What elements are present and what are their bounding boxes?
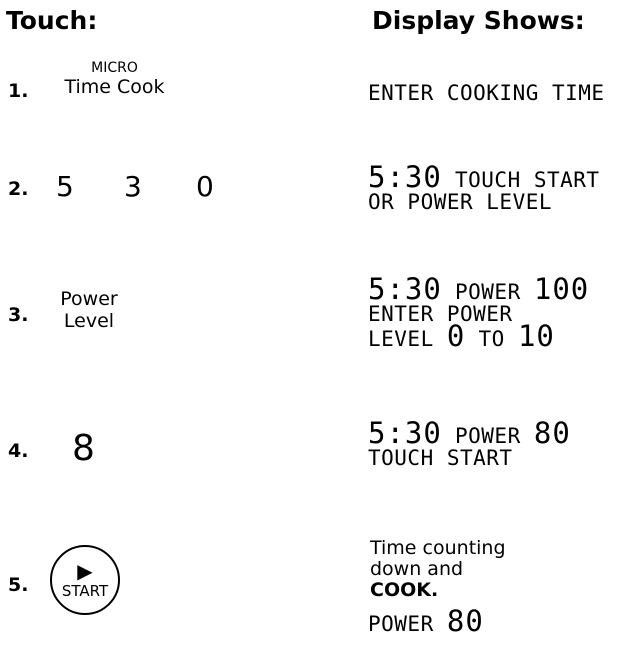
key-top-label: MICRO bbox=[91, 60, 138, 76]
display-label: POWER bbox=[455, 280, 521, 304]
step-5-number: 5. bbox=[8, 574, 29, 596]
step-1-display: ENTER COOKING TIME bbox=[368, 81, 605, 105]
step-2-display: 5:30 TOUCH START OR POWER LEVEL bbox=[368, 163, 600, 214]
digit-8: 8 bbox=[72, 428, 95, 469]
display-line3-b: 0 bbox=[446, 319, 466, 353]
display-time: 5:30 bbox=[368, 160, 442, 194]
step-3-display: 5:30 POWER 100 ENTER POWER LEVEL 0 TO 10 bbox=[368, 275, 589, 353]
display-line3-a: LEVEL bbox=[368, 327, 434, 351]
display-line2: ENTER POWER bbox=[368, 302, 513, 326]
display-line1: TOUCH START bbox=[455, 168, 600, 192]
display-time: 5:30 bbox=[368, 272, 442, 306]
start-label: START bbox=[61, 582, 109, 600]
display-value: 100 bbox=[533, 272, 590, 306]
display-line2: OR POWER LEVEL bbox=[368, 190, 553, 214]
text-line2: down and bbox=[370, 558, 464, 580]
micro-time-cook-key: MICRO Time Cook bbox=[52, 60, 177, 98]
step-4-display: 5:30 POWER 80 TOUCH START bbox=[368, 419, 571, 470]
display-time: 5:30 bbox=[368, 416, 442, 450]
key-line2: Level bbox=[63, 310, 115, 332]
text-line1: Time counting bbox=[370, 537, 506, 559]
digit-0: 0 bbox=[196, 170, 214, 203]
display-header: Display Shows: bbox=[372, 6, 585, 35]
power-level-key: Power Level bbox=[50, 288, 128, 332]
touch-header: Touch: bbox=[6, 6, 98, 35]
digit-5: 5 bbox=[56, 170, 74, 203]
step-5-display: POWER 80 bbox=[368, 607, 484, 636]
key-bottom-label: Time Cook bbox=[64, 76, 165, 98]
play-icon: ▶ bbox=[77, 559, 93, 583]
start-button: ▶ START bbox=[50, 545, 120, 615]
display-line3-d: 10 bbox=[517, 319, 555, 353]
display-label: POWER bbox=[368, 612, 434, 636]
display-line2: TOUCH START bbox=[368, 446, 513, 470]
display-line3-c: TO bbox=[478, 327, 505, 351]
display-label: POWER bbox=[455, 424, 521, 448]
step-2-number: 2. bbox=[8, 178, 29, 200]
step-5-text: Time counting down and COOK. bbox=[370, 538, 506, 601]
text-line3: COOK. bbox=[370, 579, 439, 601]
display-value: 80 bbox=[533, 416, 571, 450]
display-value: 80 bbox=[446, 604, 484, 638]
step-1-number: 1. bbox=[8, 80, 29, 102]
key-line1: Power bbox=[60, 288, 118, 310]
step-4-number: 4. bbox=[8, 440, 29, 462]
step-3-number: 3. bbox=[8, 304, 29, 326]
digit-3: 3 bbox=[124, 170, 142, 203]
